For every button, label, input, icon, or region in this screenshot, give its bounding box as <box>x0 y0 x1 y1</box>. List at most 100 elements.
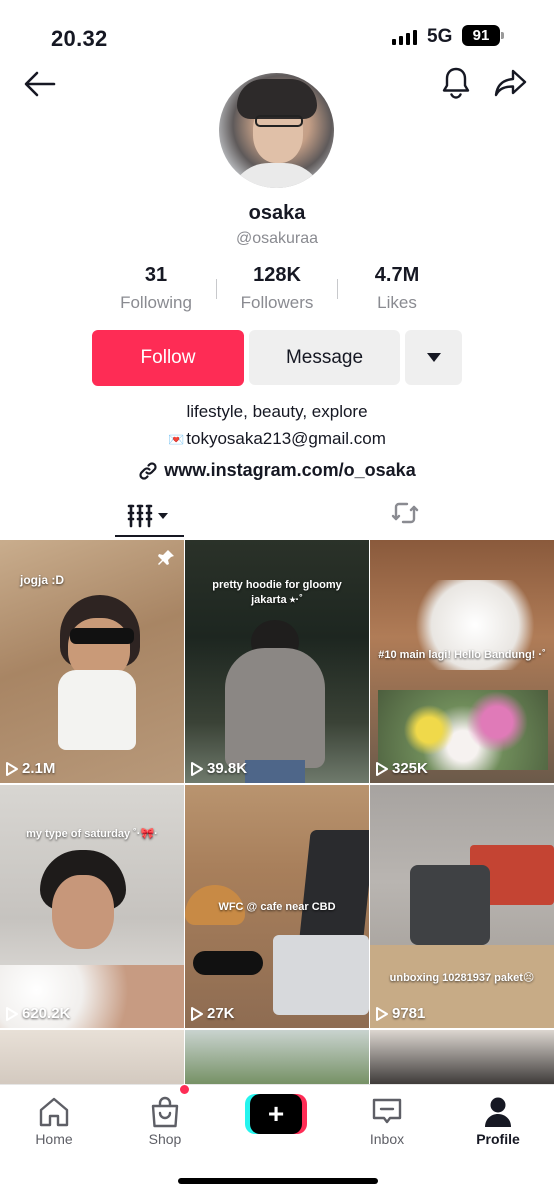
video-caption: jogja :D <box>20 573 64 587</box>
shopping-bag-icon <box>151 1096 179 1128</box>
play-icon <box>376 1006 388 1021</box>
thumb-face <box>52 875 114 949</box>
bio-text: lifestyle, beauty, explore <box>186 402 368 421</box>
inbox-icon <box>372 1098 402 1124</box>
nav-profile-label: Profile <box>476 1131 520 1147</box>
view-count: 27K <box>190 1005 235 1022</box>
video-tile[interactable]: WFC @ cafe near CBD 27K <box>185 785 369 1028</box>
more-options-button[interactable] <box>405 330 462 385</box>
caret-down-icon <box>426 353 441 362</box>
bio-link-text: www.instagram.com/o_osaka <box>164 460 416 480</box>
repost-icon <box>391 502 419 524</box>
bio-link[interactable]: www.instagram.com/o_osaka <box>0 460 554 481</box>
video-tile[interactable]: pretty hoodie for gloomy jakarta ⭑·˚ 39.… <box>185 540 369 783</box>
video-tile[interactable] <box>0 1030 184 1090</box>
thumb-flowers-color <box>378 690 548 770</box>
stat-label: Followers <box>240 293 314 312</box>
signal-icon <box>392 29 417 45</box>
view-count: 620.2K <box>5 1005 70 1022</box>
video-tile[interactable] <box>185 1030 369 1090</box>
play-icon <box>376 761 388 776</box>
thumb-hoodie <box>225 648 325 768</box>
thumb-package <box>410 865 490 945</box>
profile-handle: @osakuraa <box>235 230 319 247</box>
tab-active-indicator <box>115 535 184 537</box>
thumb-jeans <box>245 760 305 783</box>
nav-shop[interactable]: Shop <box>125 1093 205 1147</box>
nav-home-label: Home <box>35 1131 73 1147</box>
message-button[interactable]: Message <box>249 330 400 385</box>
video-caption: pretty hoodie for gloomy jakarta ⭑·˚ <box>212 579 342 606</box>
view-count-text: 620.2K <box>22 1005 71 1022</box>
video-caption: WFC @ cafe near CBD <box>218 901 336 913</box>
thumb-tanktop <box>58 670 136 750</box>
arrow-left-icon <box>24 71 56 97</box>
video-caption: my type of saturday ˚·🎀· <box>26 828 158 840</box>
play-icon <box>191 1006 203 1021</box>
bio-email-line: 💌 tokyosaka213@gmail.com <box>0 429 554 449</box>
avatar[interactable] <box>219 73 334 188</box>
play-icon <box>6 761 18 776</box>
nav-home[interactable]: Home <box>14 1093 94 1147</box>
view-count-text: 325K <box>392 760 428 777</box>
stat-followers[interactable]: 128K Followers <box>217 264 337 313</box>
status-time: 20.32 <box>51 26 108 51</box>
profile-name: osaka <box>248 202 306 224</box>
nav-inbox[interactable]: Inbox <box>347 1093 427 1147</box>
view-count: 2.1M <box>5 760 55 777</box>
view-count-text: 27K <box>207 1005 235 1022</box>
plus-icon: + <box>250 1094 302 1134</box>
view-count-text: 9781 <box>392 1005 426 1022</box>
view-count-text: 39.8K <box>207 760 248 777</box>
stat-label: Following <box>120 293 192 312</box>
play-icon <box>191 761 203 776</box>
notification-dot <box>179 1084 190 1095</box>
share-arrow-icon <box>494 69 527 97</box>
home-indicator <box>178 1178 378 1184</box>
nav-inbox-label: Inbox <box>369 1131 405 1147</box>
back-button[interactable] <box>20 66 60 102</box>
person-icon <box>485 1097 511 1127</box>
bell-icon <box>442 67 470 99</box>
video-tile[interactable]: my type of saturday ˚·🎀· 620.2K <box>0 785 184 1028</box>
tab-reposts[interactable] <box>386 494 424 532</box>
video-tile[interactable]: #10 main lagi! Hello Bandung! ·˚ 325K <box>370 540 554 783</box>
stat-value: 4.7M <box>374 264 420 286</box>
network-label: 5G <box>427 26 453 47</box>
stat-value: 31 <box>144 264 168 286</box>
stat-following[interactable]: 31 Following <box>96 264 216 313</box>
stat-likes[interactable]: 4.7M Likes <box>337 264 457 313</box>
video-tile[interactable] <box>370 1030 554 1090</box>
thumb-laptop-screen <box>299 830 369 940</box>
view-count: 39.8K <box>190 760 247 777</box>
video-tile[interactable]: unboxing 10281937 paket😣 9781 <box>370 785 554 1028</box>
video-caption: #10 main lagi! Hello Bandung! ·˚ <box>378 649 546 661</box>
grid-icon <box>127 504 168 528</box>
video-tile[interactable]: jogja :D 2.1M <box>0 540 184 783</box>
create-button[interactable]: + <box>245 1094 307 1134</box>
nav-shop-label: Shop <box>148 1131 182 1147</box>
love-letter-icon: 💌 <box>168 432 185 447</box>
share-button[interactable] <box>490 64 532 102</box>
notification-button[interactable] <box>436 64 476 102</box>
play-icon <box>6 1006 18 1021</box>
tab-videos[interactable] <box>115 494 184 538</box>
thumb-sunglasses <box>193 951 263 975</box>
avatar-hair <box>237 79 317 119</box>
stat-label: Likes <box>377 293 417 312</box>
thumb-laptop-base <box>273 935 369 1015</box>
nav-profile[interactable]: Profile <box>458 1093 538 1147</box>
battery-icon: 91 <box>462 25 500 46</box>
home-icon <box>39 1097 69 1127</box>
link-icon <box>139 461 157 480</box>
pin-icon <box>156 548 176 573</box>
thumb-sunglasses <box>70 628 134 644</box>
status-bar: 20.32 5G 91 <box>0 0 554 70</box>
stat-value: 128K <box>253 264 301 286</box>
follow-button[interactable]: Follow <box>92 330 244 386</box>
view-count-text: 2.1M <box>22 760 56 777</box>
view-count: 9781 <box>375 1005 425 1022</box>
view-count: 325K <box>375 760 428 777</box>
bio-email: tokyosaka213@gmail.com <box>186 429 386 448</box>
avatar-glasses <box>255 115 303 127</box>
